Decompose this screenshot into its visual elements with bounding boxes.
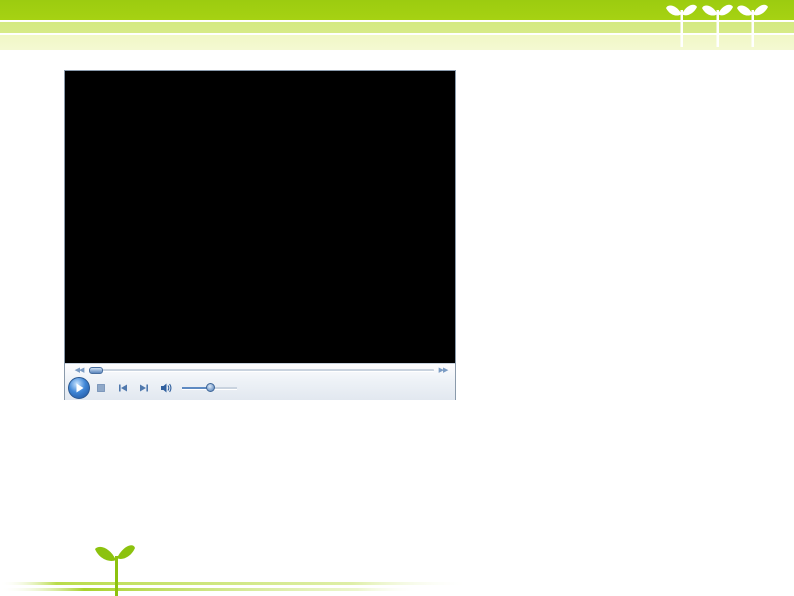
player-controls: ◀◀ ▶▶ — [65, 363, 455, 400]
media-player: ◀◀ ▶▶ — [64, 70, 456, 400]
rewind-icon[interactable]: ◀◀ — [72, 365, 86, 375]
play-button[interactable] — [68, 377, 90, 399]
fast-forward-icon[interactable]: ▶▶ — [436, 365, 450, 375]
play-icon — [76, 383, 84, 393]
video-area[interactable] — [65, 71, 455, 363]
seek-thumb[interactable] — [89, 367, 103, 374]
stop-icon[interactable] — [94, 381, 108, 395]
previous-track-icon[interactable] — [116, 381, 130, 395]
sprout-icon — [737, 4, 768, 47]
seek-row: ◀◀ ▶▶ — [65, 364, 455, 376]
seek-bar[interactable] — [89, 369, 434, 372]
sprout-icon — [666, 4, 697, 47]
sprout-icon-group — [666, 4, 768, 47]
bottom-decoration — [0, 545, 470, 596]
speaker-icon[interactable] — [159, 381, 173, 395]
sprout-icon — [702, 4, 733, 47]
next-track-icon[interactable] — [137, 381, 151, 395]
button-row — [65, 376, 455, 400]
volume-thumb[interactable] — [206, 383, 215, 392]
